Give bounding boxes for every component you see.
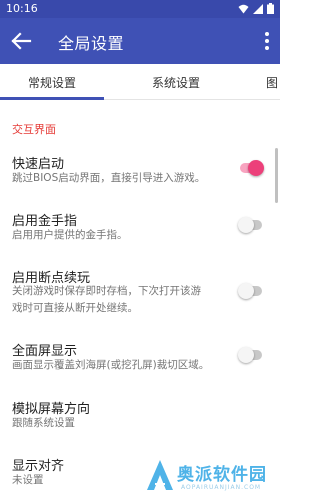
watermark-text: 奥派软件园 <box>177 465 267 485</box>
switch-thumb <box>248 160 264 176</box>
setting-subtitle-line-1: 关闭游戏时保存即时存档，下次打开该游 <box>12 285 201 297</box>
setting-orientation[interactable]: 模拟屏幕方向 跟随系统设置 <box>0 393 270 437</box>
quick-start-switch[interactable] <box>238 160 264 176</box>
tab-partial[interactable]: 图 <box>266 74 278 91</box>
signal-icon <box>253 3 263 14</box>
tab-general[interactable]: 常规设置 <box>28 74 76 91</box>
status-bar: 10:16 <box>0 0 280 18</box>
wifi-icon <box>238 4 249 13</box>
tab-bar: 常规设置 系统设置 图 <box>0 64 280 100</box>
back-arrow-icon[interactable] <box>10 30 34 52</box>
setting-cheats[interactable]: 启用金手指 启用用户提供的金手指。 <box>0 205 270 249</box>
setting-subtitle: 启用用户提供的金手指。 <box>12 229 128 241</box>
status-time: 10:16 <box>6 2 38 15</box>
setting-resume[interactable]: 启用断点续玩 关闭游戏时保存即时存档，下次打开该游 戏时可直接从断开处继续。 <box>0 262 270 322</box>
battery-icon <box>267 3 274 14</box>
setting-subtitle-line-2: 戏时可直接从断开处继续。 <box>12 302 138 314</box>
status-icons <box>238 3 274 14</box>
tab-system[interactable]: 系统设置 <box>152 74 200 91</box>
app-bar: 全局设置 <box>0 18 280 64</box>
watermark-sub: AOPAIRUANJIAN.COM <box>181 484 262 491</box>
resume-switch[interactable] <box>238 283 264 299</box>
switch-thumb <box>238 217 254 233</box>
tab-indicator <box>0 97 104 100</box>
setting-subtitle: 跳过BIOS启动界面，直接引导进入游戏。 <box>12 172 206 184</box>
more-vert-icon[interactable] <box>262 30 272 52</box>
setting-fullscreen[interactable]: 全面屏显示 画面显示覆盖刘海屏(或挖孔屏)裁切区域。 <box>0 335 270 379</box>
cheats-switch[interactable] <box>238 217 264 233</box>
page-title: 全局设置 <box>58 34 125 53</box>
switch-thumb <box>238 283 254 299</box>
section-title: 交互界面 <box>12 123 56 136</box>
setting-subtitle: 画面显示覆盖刘海屏(或挖孔屏)裁切区域。 <box>12 359 210 371</box>
watermark: 奥派软件园 AOPAIRUANJIAN.COM <box>145 456 275 498</box>
switch-thumb <box>238 347 254 363</box>
setting-subtitle: 跟随系统设置 <box>12 417 75 429</box>
scrollbar[interactable] <box>275 148 278 203</box>
fullscreen-switch[interactable] <box>238 347 264 363</box>
watermark-logo-icon <box>147 460 173 490</box>
setting-quick-start[interactable]: 快速启动 跳过BIOS启动界面，直接引导进入游戏。 <box>0 148 270 192</box>
